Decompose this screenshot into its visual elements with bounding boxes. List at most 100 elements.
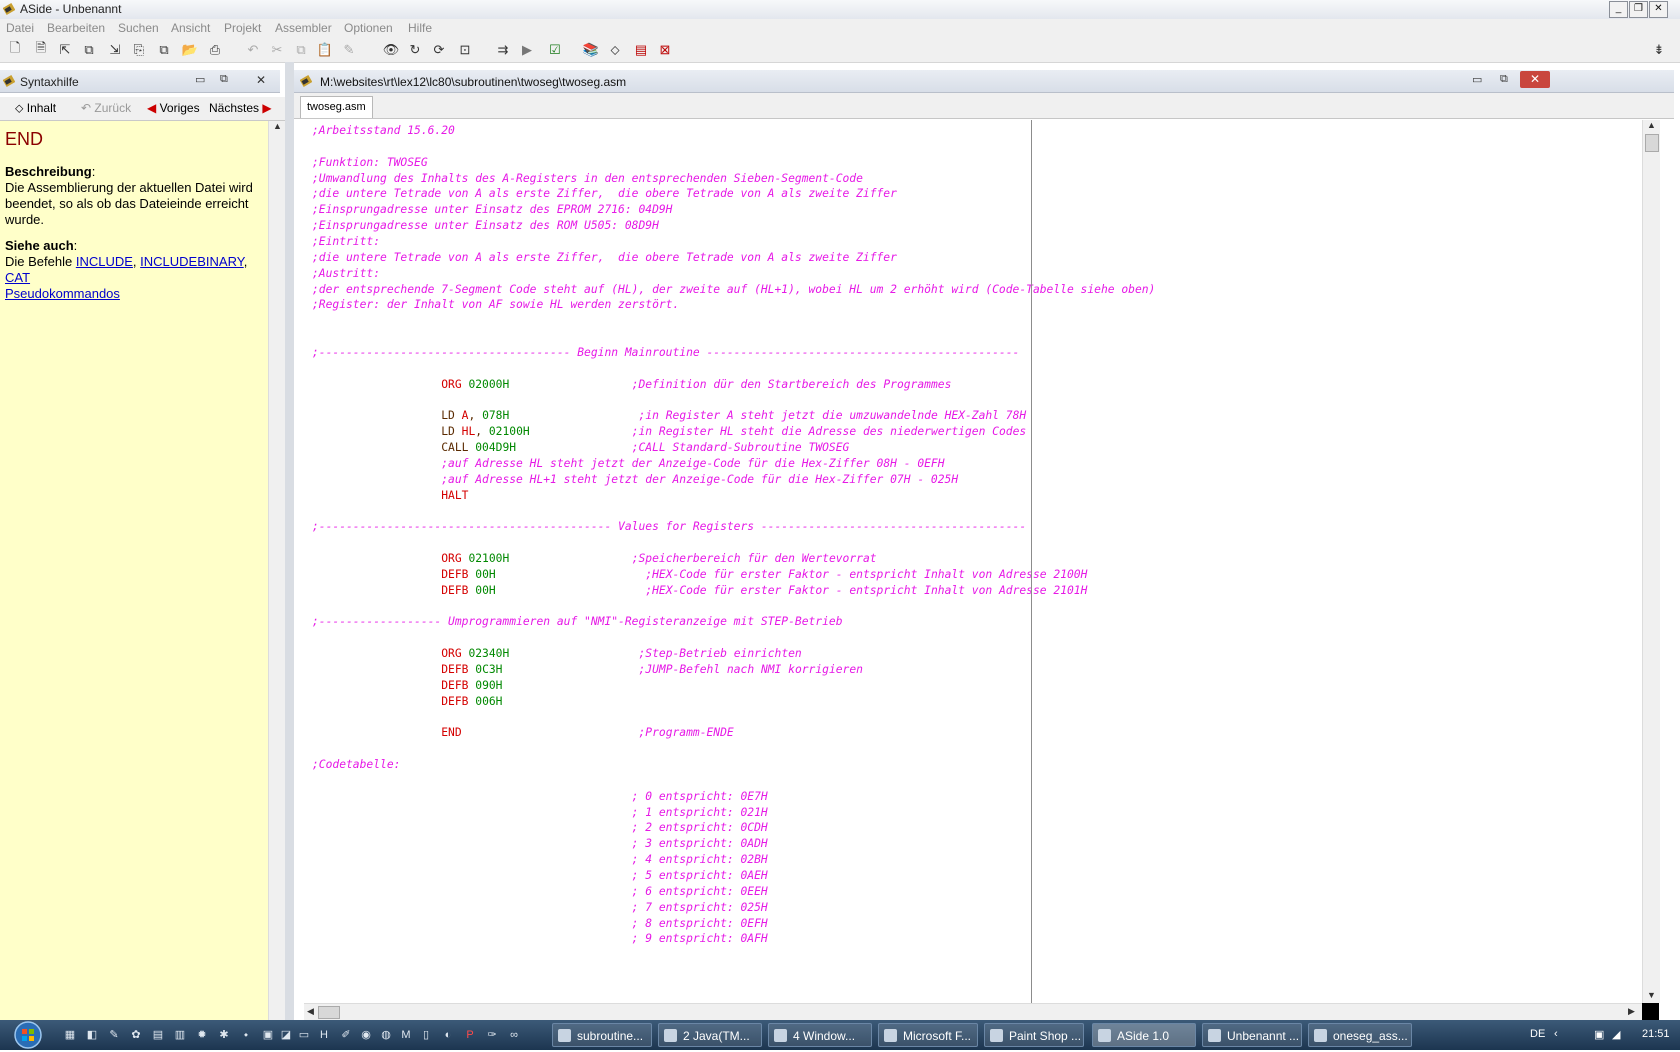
quicklaunch-explorer-icon[interactable]: ◧ — [84, 1027, 100, 1043]
link-pseudokommandos[interactable]: Pseudokommandos — [5, 286, 120, 301]
edit-icon[interactable]: ✎ — [340, 41, 358, 59]
task-unbenannt[interactable]: Unbenannt ... — [1202, 1023, 1302, 1047]
link-include[interactable]: INCLUDE — [76, 254, 133, 269]
save-all-icon[interactable]: ⧉ — [155, 41, 173, 59]
menu-bearbeiten[interactable]: Bearbeiten — [47, 21, 105, 35]
editor-close-icon[interactable]: ✕ — [1520, 71, 1550, 88]
menu-projekt[interactable]: Projekt — [224, 21, 261, 35]
task-oneseg[interactable]: oneseg_ass... — [1308, 1023, 1412, 1047]
link-includebinary[interactable]: INCLUDEBINARY — [140, 254, 244, 269]
link-cat[interactable]: CAT — [5, 270, 30, 285]
find-icon[interactable]: 👁 — [382, 41, 400, 59]
next-button[interactable]: Nächstes ▶ — [206, 100, 275, 117]
cut-icon[interactable]: ✂ — [268, 41, 286, 59]
quicklaunch-tool2-icon[interactable]: ✑ — [484, 1027, 500, 1043]
prev-button[interactable]: ◀ Voriges — [144, 100, 203, 117]
quicklaunch-notes-icon[interactable]: ▥ — [172, 1027, 188, 1043]
menu-assembler[interactable]: Assembler — [275, 21, 332, 35]
new-doc-icon[interactable]: 🗎 — [32, 40, 50, 59]
undo-icon[interactable]: ↶ — [244, 41, 262, 59]
help-book-icon[interactable]: 📚 — [582, 41, 600, 59]
help-index-icon[interactable]: ⬦ — [606, 41, 624, 59]
quicklaunch-tool-icon[interactable]: ✎ — [106, 1027, 122, 1043]
copy-icon[interactable]: ⧉ — [292, 41, 310, 59]
quicklaunch-desktop-icon[interactable]: ▦ — [62, 1027, 78, 1043]
scroll-left-icon[interactable]: ◀ — [307, 1006, 314, 1017]
toolbar-options-icon[interactable]: ⇟ — [1650, 41, 1668, 59]
quicklaunch-paint-icon[interactable]: ✿ — [128, 1027, 144, 1043]
quicklaunch-edit-icon[interactable]: ✐ — [338, 1027, 354, 1043]
quicklaunch-gear-icon[interactable]: ✹ — [194, 1027, 210, 1043]
open-recent-icon[interactable]: ⧉ — [80, 41, 98, 59]
run-icon[interactable]: ▶ — [518, 41, 536, 59]
open-file-icon[interactable]: ⇱ — [56, 41, 74, 59]
task-aside[interactable]: ASide 1.0 — [1092, 1023, 1196, 1047]
open-folder-icon[interactable]: 📂 — [181, 41, 199, 59]
goto-icon[interactable]: ⊡ — [456, 41, 474, 59]
quicklaunch-arduino-icon[interactable]: ∞ — [506, 1027, 522, 1043]
editor-restore-icon[interactable]: ⧉ — [1500, 73, 1508, 86]
hscroll-thumb[interactable] — [318, 1006, 340, 1019]
scroll-down-icon[interactable]: ▼ — [1647, 990, 1656, 1000]
save-icon[interactable]: ⇲ — [106, 41, 124, 59]
quicklaunch-monitor-icon[interactable]: ▣ — [260, 1027, 276, 1043]
scroll-up-icon[interactable]: ▲ — [273, 121, 282, 131]
quicklaunch-console-icon[interactable]: ▭ — [296, 1027, 312, 1043]
scroll-thumb[interactable] — [1645, 134, 1659, 152]
minimize-button[interactable]: _ — [1609, 1, 1628, 18]
quicklaunch-p-icon[interactable]: P — [462, 1027, 478, 1043]
new-file-icon[interactable]: 🗋 — [6, 40, 24, 59]
network-icon[interactable]: ▣ — [1594, 1028, 1604, 1041]
task-microsoft[interactable]: Microsoft F... — [878, 1023, 978, 1047]
find-next-icon[interactable]: ⟳ — [430, 41, 448, 59]
editor-minimize-icon[interactable]: ▭ — [1472, 73, 1482, 86]
check-icon[interactable]: ☑ — [546, 41, 564, 59]
task-subroutine[interactable]: subroutine... — [552, 1023, 652, 1047]
back-button[interactable]: ↶ Zurück — [78, 100, 134, 117]
panel-minimize-icon[interactable]: ▭ — [195, 73, 205, 86]
language-indicator[interactable]: DE — [1530, 1028, 1545, 1040]
menu-ansicht[interactable]: Ansicht — [171, 21, 210, 35]
tray-expand-icon[interactable]: ‹ — [1554, 1028, 1558, 1040]
editor-vertical-scrollbar[interactable]: ▲ ▼ — [1642, 120, 1660, 1003]
quicklaunch-m-icon[interactable]: M — [398, 1027, 414, 1043]
print-icon[interactable]: ⎙ — [206, 41, 224, 59]
restore-button[interactable]: ❐ — [1629, 1, 1648, 18]
replace-icon[interactable]: ↻ — [406, 41, 424, 59]
quicklaunch-viewer-icon[interactable]: ◪ — [278, 1027, 294, 1043]
close-button[interactable]: ✕ — [1649, 1, 1668, 18]
help-topic-icon[interactable]: ▤ — [632, 41, 650, 59]
quicklaunch-globe-icon[interactable]: ◍ — [378, 1027, 394, 1043]
code-editor[interactable]: ;Arbeitsstand 15.6.20 ;Funktion: TWOSEG ;U… — [304, 120, 1642, 1003]
task-java[interactable]: 2 Java(TM... — [658, 1023, 762, 1047]
task-windows[interactable]: 4 Window... — [768, 1023, 872, 1047]
quicklaunch-app-icon[interactable]: ▤ — [150, 1027, 166, 1043]
editor-horizontal-scrollbar[interactable]: ◀ ▶ — [304, 1003, 1642, 1021]
menu-optionen[interactable]: Optionen — [344, 21, 393, 35]
quicklaunch-ring-icon[interactable]: ◉ — [358, 1027, 374, 1043]
help-close-icon[interactable]: ⊠ — [656, 41, 674, 59]
scroll-right-icon[interactable]: ▶ — [1628, 1006, 1635, 1017]
clock[interactable]: 21:51 — [1642, 1028, 1670, 1040]
tab-twoseg[interactable]: twoseg.asm — [300, 96, 373, 118]
paste-icon[interactable]: 📋 — [316, 41, 334, 59]
start-button[interactable] — [8, 1021, 48, 1049]
quicklaunch-firefox-icon[interactable]: ◐ — [440, 1027, 456, 1043]
panel-splitter[interactable] — [285, 62, 294, 1020]
menu-datei[interactable]: Datei — [6, 21, 34, 35]
quicklaunch-doc-icon[interactable]: ▯ — [418, 1027, 434, 1043]
panel-restore-icon[interactable]: ⧉ — [220, 73, 228, 86]
help-scrollbar[interactable]: ▲ — [268, 121, 286, 1020]
task-paintshop[interactable]: Paint Shop ... — [984, 1023, 1084, 1047]
quicklaunch-settings-icon[interactable]: ✱ — [216, 1027, 232, 1043]
menu-suchen[interactable]: Suchen — [118, 21, 159, 35]
quicklaunch-h-icon[interactable]: H — [316, 1027, 332, 1043]
volume-icon[interactable]: ◢ — [1612, 1028, 1620, 1041]
save-as-icon[interactable]: ⎘ — [130, 41, 148, 59]
assemble-icon[interactable]: ⇉ — [494, 41, 512, 59]
menu-hilfe[interactable]: Hilfe — [408, 21, 432, 35]
contents-button[interactable]: ⬦ Inhalt — [12, 100, 59, 117]
quicklaunch-aside-icon[interactable]: ⬩ — [238, 1027, 254, 1043]
panel-close-icon[interactable]: ✕ — [256, 73, 266, 87]
scroll-up-icon[interactable]: ▲ — [1647, 120, 1656, 130]
